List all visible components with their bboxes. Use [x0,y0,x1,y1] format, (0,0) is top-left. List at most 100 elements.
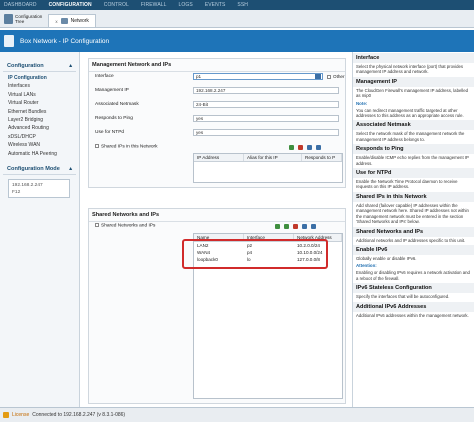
tree-icon [4,14,13,24]
help-heading: IPv6 Stateless Configuration [353,283,474,294]
help-text: Select the network mask of the managemen… [356,131,465,142]
help-heading: Enable IPv6 [353,244,474,255]
delete-icon[interactable] [293,223,298,229]
help-note-label: Attention: [356,263,377,269]
nav-firewall[interactable]: FIREWALL [141,2,167,8]
configuration-tree-button[interactable]: Configuration Tree [0,11,46,27]
nav-events[interactable]: EVENTS [205,2,226,8]
connection-status: Connected to 192.168.2.247 (v 8.3.1-086) [32,412,126,418]
license-icon [3,412,9,418]
sidebar-item-automatic-ha-peering[interactable]: Automatic HA Peering [8,150,71,158]
mode-ip: 192.168.2.247 [12,182,43,188]
other-label: Other [333,74,345,79]
help-heading: Management IP [353,76,474,87]
top-navigation: DASHBOARD CONFIGURATION CONTROL FIREWALL… [0,0,474,10]
down-icon[interactable] [316,144,321,150]
help-heading: Additional IPv6 Addresses [353,301,474,312]
field-label-ntpd: Use for NTPd [95,130,125,135]
up-icon[interactable] [307,144,312,150]
field-label-interface: Interface [95,74,114,79]
netmask-select[interactable]: 24-Bit [193,101,339,108]
help-text: Additional IPv6 addresses within the man… [356,312,469,318]
document-icon [4,35,14,47]
help-text: Globally enable or disable IPv6. [356,255,417,261]
sidebar-item-virtual-router[interactable]: Virtual Router [8,99,71,107]
use-for-ntpd-select[interactable]: yes [193,129,339,136]
help-heading: Use for NTPd [353,168,474,179]
tab-label: Network [70,18,89,24]
down-icon[interactable] [311,223,316,229]
status-bar: License Connected to 192.168.2.247 (v 8.… [0,407,474,422]
sidebar-item-layer2-bridging[interactable]: Layer2 Bridging [8,116,71,124]
management-network-header: Management Network and IPs [89,59,345,72]
help-text: Additional networks and IP addresses spe… [356,237,466,243]
nav-ssh[interactable]: SSH [237,2,248,8]
shared-networks-panel: Shared Networks and IPs Shared Networks … [88,208,346,404]
help-text: The CloudGen Firewall's management IP ad… [356,87,469,99]
help-heading: Associated Netmask [353,120,474,131]
shared-networks-actions [275,222,316,230]
shared-ips-checkbox[interactable] [95,144,99,148]
help-heading: Shared Networks and IPs [353,226,474,237]
sidebar: Configuration ▴ IP Configuration Interfa… [0,52,80,407]
management-ip-input[interactable]: 192.168.2.247 [193,87,339,94]
interface-select[interactable]: p1 [193,73,323,80]
collapse-icon[interactable]: ▴ [69,166,72,172]
delete-icon[interactable] [298,144,303,150]
sidebar-item-ethernet-bundles[interactable]: Ethernet Bundles [8,108,71,116]
column-header[interactable]: Alias for this IP [244,154,302,161]
sidebar-item-interfaces[interactable]: Interfaces [8,82,71,90]
sidebar-header-configuration-mode[interactable]: Configuration Mode ▴ [3,164,76,175]
help-text: Enabling or disabling IPv6 requires a ne… [356,270,470,281]
sidebar-list: IP Configuration Interfaces Virtual LANs… [0,74,79,158]
add-child-icon[interactable] [284,223,289,229]
nav-dashboard[interactable]: DASHBOARD [4,2,37,8]
help-text: Add shared (failover capable) IP address… [356,202,469,225]
sidebar-item-ip-configuration[interactable]: IP Configuration [8,74,71,82]
sidebar-header-configuration[interactable]: Configuration ▴ [3,61,76,72]
collapse-icon[interactable]: ▴ [69,63,72,69]
help-heading: Interface [353,53,474,63]
column-header[interactable]: Responds to P [302,154,342,161]
sidebar-item-xdsl-dhcp[interactable]: xDSL/DHCP [8,133,71,141]
shared-ips-table: IP Address Alias for this IP Responds to… [193,153,343,183]
field-label-management-ip: Management IP [95,88,129,93]
help-note-label: Note: [356,100,368,106]
help-text: Select the physical network interface (p… [356,64,463,75]
help-text: Enable/disable ICMP echo replies from th… [356,155,469,166]
sidebar-item-wireless-wan[interactable]: Wireless WAN [8,141,71,149]
nav-logs[interactable]: LOGS [179,2,193,8]
toolbar: Configuration Tree x Network [0,10,474,28]
page-title: Box Network - IP Configuration [20,37,110,45]
help-panel: Interface Select the physical network in… [352,52,474,407]
add-icon[interactable] [289,144,294,150]
management-network-panel: Management Network and IPs Interface p1 … [88,58,346,188]
shared-ips-label: Shared IPs in this Network [101,144,158,150]
sidebar-item-virtual-lans[interactable]: Virtual LANs [8,91,71,99]
field-label-ping: Responds to Ping [95,116,133,121]
shared-networks-checkbox[interactable] [95,223,99,227]
field-label-netmask: Associated Netmask [95,102,139,107]
responds-to-ping-select[interactable]: yes [193,115,339,122]
up-icon[interactable] [302,223,307,229]
help-text: Specify the interfaces that will be auto… [356,294,450,300]
tab-network[interactable]: x Network [48,14,96,27]
help-heading: Responds to Ping [353,144,474,155]
highlight-box [182,239,328,269]
help-text: You can redirect management traffic targ… [356,107,464,119]
page-titlebar: Box Network - IP Configuration [0,30,474,52]
other-checkbox[interactable] [327,74,331,79]
tree-label-line2: Tree [15,19,25,24]
column-header[interactable]: IP Address [194,154,244,161]
chevron-down-icon[interactable] [315,74,321,79]
nav-control[interactable]: CONTROL [104,2,129,8]
main-content: Management Network and IPs Interface p1 … [82,52,350,407]
license-link[interactable]: License [12,412,29,418]
shared-networks-header: Shared Networks and IPs [89,209,345,222]
sidebar-item-advanced-routing[interactable]: Advanced Routing [8,124,71,132]
network-icon [60,18,68,24]
close-icon[interactable]: x [55,19,57,24]
shared-ips-actions [289,143,321,151]
nav-configuration[interactable]: CONFIGURATION [49,2,92,8]
add-icon[interactable] [275,223,280,229]
